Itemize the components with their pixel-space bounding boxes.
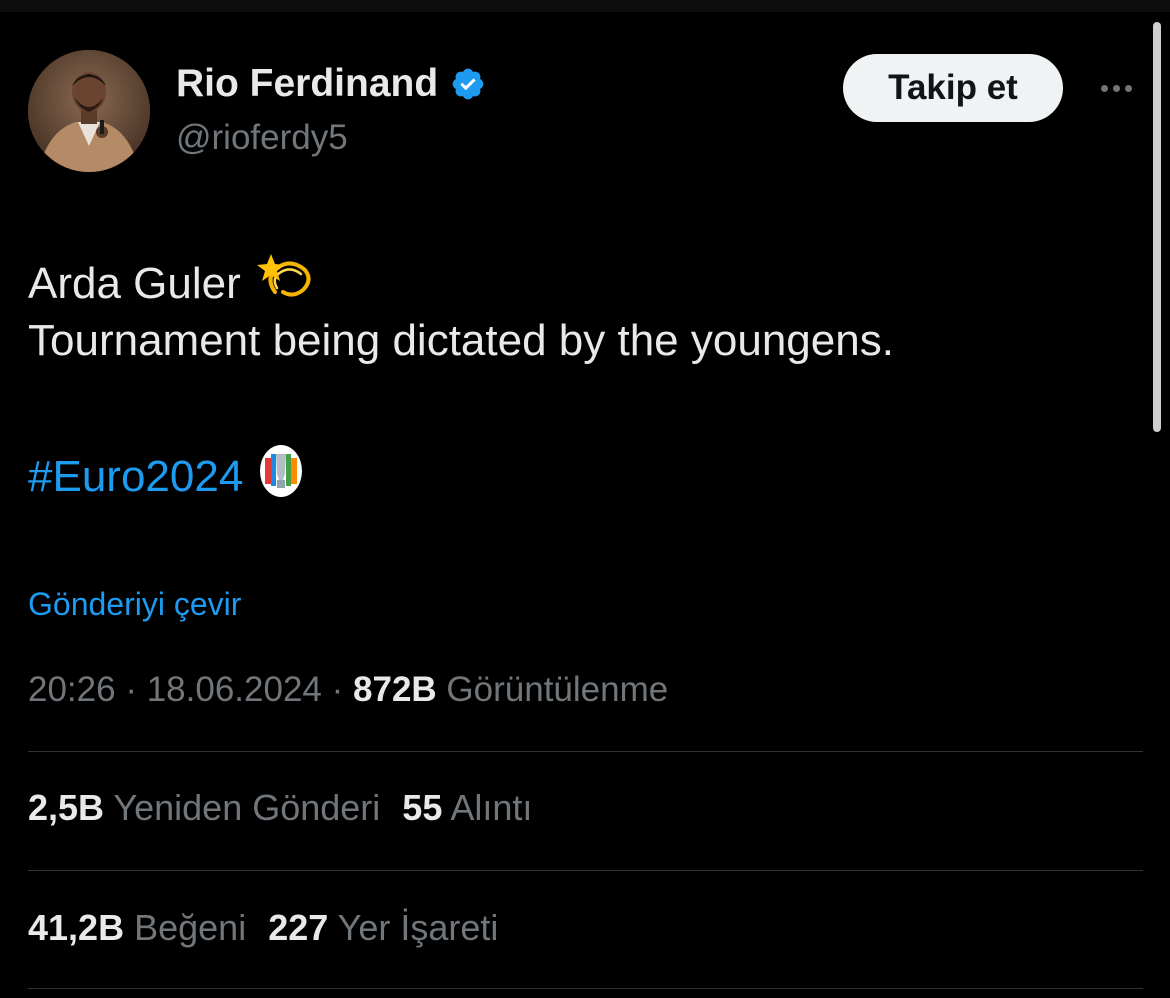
translate-post-link[interactable]: Gönderiyi çevir xyxy=(28,586,241,623)
more-dot xyxy=(1100,84,1108,92)
hashtag-line: #Euro2024 xyxy=(28,444,303,509)
dizzy-star-emoji xyxy=(256,248,317,319)
quotes-count: 55 xyxy=(402,787,443,828)
like-stats-row: 41,2B Beğeni 227 Yer İşareti xyxy=(28,907,498,949)
hashtag-link[interactable]: #Euro2024 xyxy=(28,452,243,502)
meta-separator: · xyxy=(125,670,137,709)
reposts-count: 2,5B xyxy=(28,787,105,828)
tweet-line-1: Arda Guler xyxy=(28,248,317,319)
profile-photo xyxy=(28,50,150,172)
bookmarks-count: 227 xyxy=(268,907,329,948)
verified-badge-icon xyxy=(450,66,486,102)
bookmarks-label: Yer İşareti xyxy=(337,907,499,948)
likes-count: 41,2B xyxy=(28,907,125,948)
divider xyxy=(28,988,1143,989)
quotes-label: Alıntı xyxy=(450,787,533,828)
more-horizontal-icon[interactable] xyxy=(1092,70,1140,106)
display-name-text: Rio Ferdinand xyxy=(176,62,439,105)
more-dot xyxy=(1112,84,1120,92)
tweet-line-2: Tournament being dictated by the youngen… xyxy=(28,316,894,365)
views-label: Görüntülenme xyxy=(446,670,669,709)
more-dot xyxy=(1124,84,1132,92)
quotes-stat[interactable]: 55 Alıntı xyxy=(402,787,532,828)
likes-label: Beğeni xyxy=(134,907,247,948)
reposts-stat[interactable]: 2,5B Yeniden Gönderi xyxy=(28,787,380,828)
repost-stats-row: 2,5B Yeniden Gönderi 55 Alıntı xyxy=(28,787,532,829)
tweet-date[interactable]: 18.06.2024 xyxy=(147,670,322,709)
tweet-text-line-1: Arda Guler xyxy=(28,258,241,308)
divider xyxy=(28,870,1143,871)
likes-stat[interactable]: 41,2B Beğeni xyxy=(28,907,246,948)
tweet-time[interactable]: 20:26 xyxy=(28,670,116,709)
meta-separator: · xyxy=(331,670,344,709)
handle[interactable]: @rioferdy5 xyxy=(176,118,348,158)
euro-2024-trophy-emoji xyxy=(259,444,303,509)
follow-button[interactable]: Takip et xyxy=(843,54,1063,122)
bookmarks-stat[interactable]: 227 Yer İşareti xyxy=(268,907,498,948)
top-strip xyxy=(0,0,1170,12)
views-count: 872B xyxy=(353,670,437,709)
scrollbar[interactable] xyxy=(1153,22,1161,432)
tweet-meta: 20:26 · 18.06.2024 · 872B Görüntülenme xyxy=(28,670,668,710)
divider xyxy=(28,751,1143,752)
reposts-label: Yeniden Gönderi xyxy=(113,787,381,828)
display-name[interactable]: Rio Ferdinand xyxy=(176,62,486,106)
avatar[interactable] xyxy=(28,50,150,172)
